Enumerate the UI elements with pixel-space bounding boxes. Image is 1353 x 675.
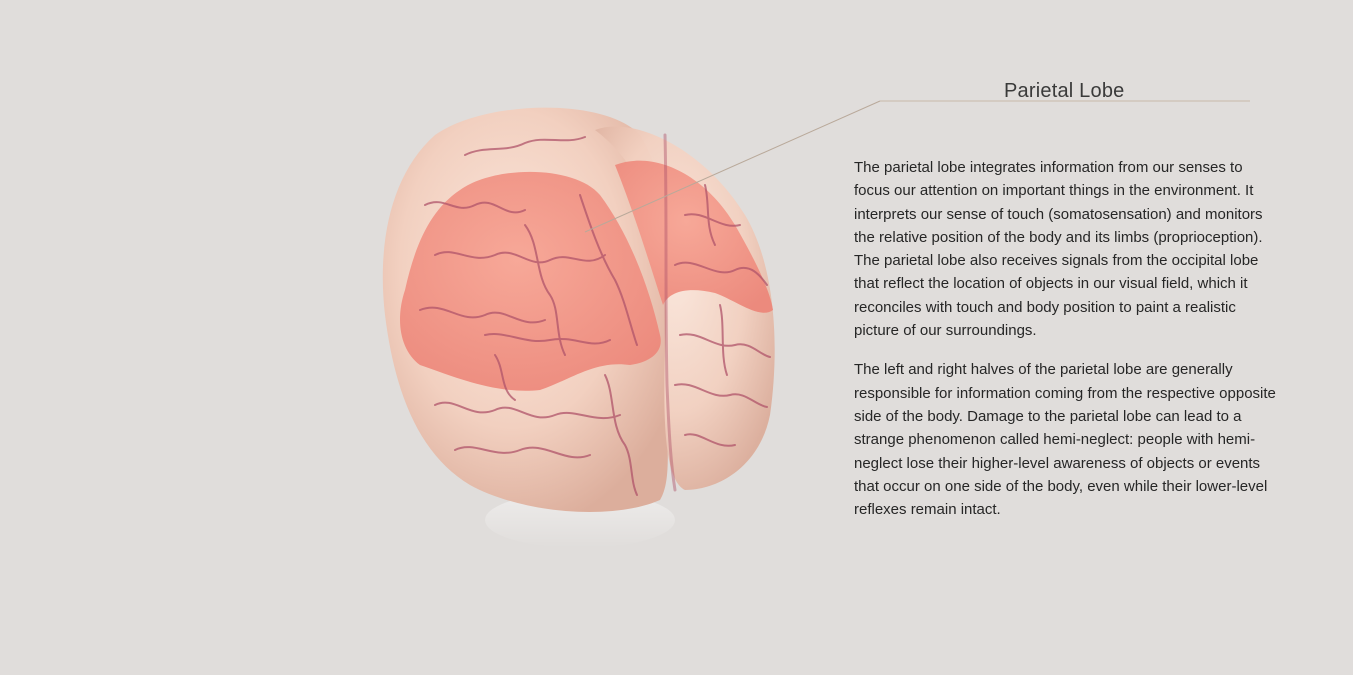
brain-model[interactable] (375, 95, 795, 565)
description-paragraph: The left and right halves of the parieta… (854, 361, 1276, 519)
lobe-title: Parietal Lobe (1004, 80, 1125, 102)
description-paragraph: The parietal lobe integrates information… (854, 159, 1263, 340)
brain-illustration (382, 107, 775, 548)
anatomy-viewer: Parietal Lobe The parietal lobe integrat… (0, 0, 1353, 675)
lobe-description: The parietal lobe integrates information… (854, 156, 1282, 537)
